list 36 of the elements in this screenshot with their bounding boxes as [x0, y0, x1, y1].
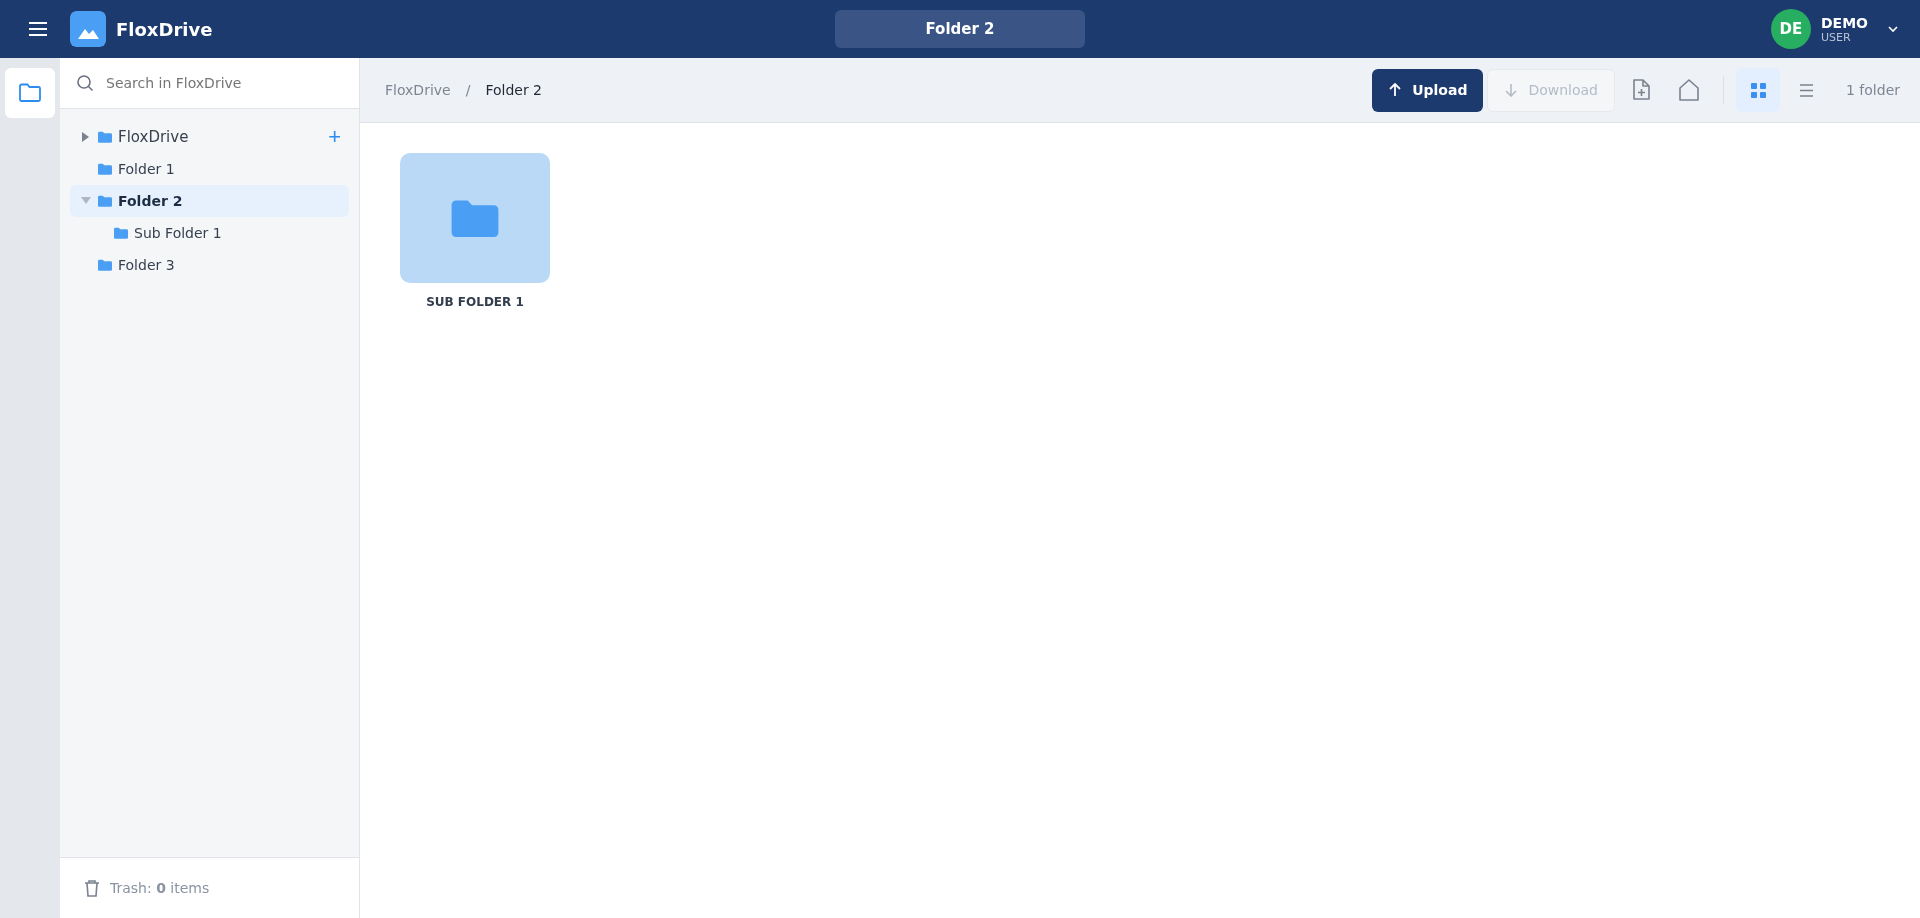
- search-field[interactable]: Search in FloxDrive: [60, 58, 359, 109]
- tree-item[interactable]: Sub Folder 1: [70, 217, 349, 249]
- upload-button[interactable]: Upload: [1372, 68, 1484, 112]
- folder-tile[interactable]: [400, 153, 550, 283]
- folder-icon: [98, 195, 112, 207]
- tree-item[interactable]: Folder 2: [70, 185, 349, 217]
- tree-item-label: Folder 2: [118, 193, 183, 209]
- folder-icon: [98, 131, 112, 143]
- brand-name: FloxDrive: [116, 18, 213, 40]
- folder-icon: [98, 259, 112, 271]
- folder-nav-button[interactable]: [5, 68, 55, 118]
- caret-right-icon[interactable]: [82, 132, 90, 142]
- user-name: DEMO: [1820, 14, 1868, 31]
- folder-outline-icon[interactable]: [18, 83, 42, 103]
- grid-view-icon[interactable]: [1736, 68, 1780, 112]
- folder-icon: [98, 163, 112, 175]
- user-role: USER: [1820, 30, 1852, 44]
- folder-name: SUB FOLDER 1: [426, 295, 524, 309]
- tree-item-label: Sub Folder 1: [134, 225, 222, 241]
- folder-count: 1 folder: [1846, 82, 1900, 98]
- tree-item-label: FloxDrive: [118, 128, 189, 146]
- search-icon: [76, 74, 94, 92]
- arrow-up-icon[interactable]: [1388, 83, 1403, 97]
- tree-item-label: Folder 1: [118, 161, 175, 177]
- tree-item-label: Folder 3: [118, 257, 175, 273]
- breadcrumb-item: Folder 2: [485, 82, 543, 98]
- folder-icon: [114, 227, 128, 239]
- tree-item[interactable]: FloxDrive +: [70, 121, 349, 153]
- search-input[interactable]: Search in FloxDrive: [104, 74, 343, 92]
- current-folder-title: Folder 2: [835, 10, 1085, 48]
- tree-item[interactable]: Folder 3: [70, 249, 349, 281]
- tree-item[interactable]: Folder 1: [70, 153, 349, 185]
- trash-icon: [84, 879, 100, 897]
- mountain-logo-icon: [70, 11, 106, 47]
- breadcrumb-separator: /: [465, 82, 471, 98]
- caret-down-icon[interactable]: [81, 197, 91, 205]
